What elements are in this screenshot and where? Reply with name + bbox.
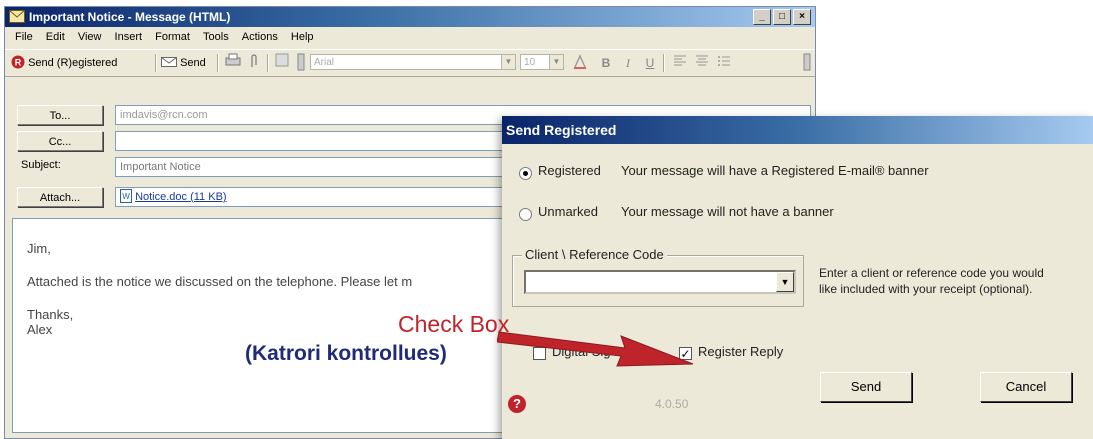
font-name-combo[interactable]: Arial ▼	[310, 54, 516, 70]
toolbar-grip-icon	[803, 53, 811, 73]
body-line: Thanks,	[27, 307, 74, 322]
body-line: Attached is the notice we discussed on t…	[27, 274, 413, 289]
menu-bar: File Edit View Insert Format Tools Actio…	[5, 27, 815, 47]
italic-button[interactable]: I	[619, 54, 637, 72]
annotation-title: Check Box	[398, 311, 510, 337]
send-registered-button[interactable]: R Send (R)egistered	[11, 53, 117, 73]
client-reference-caption: Client \ Reference Code	[522, 247, 667, 262]
align-left-icon[interactable]	[671, 54, 689, 72]
send-icon	[161, 57, 177, 67]
font-name-value: Arial	[314, 57, 335, 68]
attachment-link[interactable]: Notice.doc (11 KB)	[135, 191, 227, 203]
unmarked-radio[interactable]	[519, 208, 532, 221]
chevron-down-icon[interactable]: ▼	[501, 55, 515, 69]
help-icon[interactable]: ?	[508, 395, 526, 413]
annotation-subtitle: (Katrori kontrollues)	[245, 342, 447, 365]
paperclip-icon[interactable]	[249, 53, 259, 73]
maximize-button[interactable]: □	[773, 9, 791, 25]
dialog-cancel-button[interactable]: Cancel	[980, 372, 1072, 402]
version-label: 4.0.50	[655, 397, 689, 411]
attach-button[interactable]: Attach...	[17, 187, 103, 207]
minimize-button[interactable]: _	[753, 9, 771, 25]
svg-text:W: W	[122, 192, 130, 201]
client-help-text-2: like included with your receipt (optiona…	[819, 282, 1033, 296]
registered-description: Your message will have a Registered E-ma…	[621, 163, 929, 178]
dialog-title: Send Registered	[506, 122, 617, 138]
unmarked-description: Your message will not have a banner	[621, 204, 834, 219]
registered-label: Registered	[538, 163, 601, 178]
chevron-down-icon[interactable]: ▼	[776, 272, 794, 292]
body-line: Jim,	[27, 241, 51, 256]
registered-radio[interactable]	[519, 167, 532, 180]
subject-label: Subject:	[21, 159, 61, 171]
document-icon: W	[120, 189, 132, 203]
menu-tools[interactable]: Tools	[203, 27, 229, 47]
font-color-icon[interactable]	[571, 54, 589, 72]
dialog-titlebar: Send Registered	[502, 116, 1093, 144]
send-button[interactable]: Send	[161, 53, 206, 73]
svg-text:R: R	[15, 58, 22, 68]
bullets-icon[interactable]	[715, 54, 733, 72]
menu-format[interactable]: Format	[155, 27, 190, 47]
close-button[interactable]: ×	[793, 9, 811, 25]
to-button[interactable]: To...	[17, 105, 103, 125]
client-reference-combo[interactable]: ▼	[524, 270, 796, 294]
body-line: Alex	[27, 322, 53, 337]
underline-button[interactable]: U	[641, 54, 659, 72]
menu-file[interactable]: File	[15, 27, 33, 47]
menu-edit[interactable]: Edit	[46, 27, 65, 47]
toolbar-grip-icon	[297, 53, 305, 73]
send-registered-label: Send (R)egistered	[28, 57, 118, 69]
message-icon	[9, 10, 25, 23]
dialog-send-button[interactable]: Send	[820, 372, 912, 402]
chevron-down-icon[interactable]: ▼	[549, 55, 563, 69]
window-titlebar: Important Notice - Message (HTML) _ □ ×	[5, 7, 815, 27]
registered-icon: R	[11, 55, 25, 69]
menu-insert[interactable]: Insert	[115, 27, 143, 47]
menu-actions[interactable]: Actions	[242, 27, 278, 47]
toolbar: R Send (R)egistered Send Arial ▼ 10 ▼ B …	[5, 49, 815, 77]
bold-button[interactable]: B	[597, 54, 615, 72]
register-reply-label: Register Reply	[698, 344, 784, 359]
font-size-value: 10	[524, 57, 536, 68]
align-center-icon[interactable]	[693, 54, 711, 72]
cc-button[interactable]: Cc...	[17, 131, 103, 151]
annotation-arrow	[497, 331, 694, 367]
menu-help[interactable]: Help	[291, 27, 314, 47]
client-help-text-1: Enter a client or reference code you wou…	[819, 266, 1044, 280]
address-book-icon[interactable]	[275, 53, 289, 73]
font-size-combo[interactable]: 10 ▼	[520, 54, 564, 70]
send-label: Send	[180, 57, 206, 69]
window-title: Important Notice - Message (HTML)	[29, 10, 231, 24]
print-icon[interactable]	[225, 53, 241, 73]
unmarked-label: Unmarked	[538, 204, 598, 219]
send-registered-dialog: Send Registered Registered Your message …	[502, 116, 1093, 439]
menu-view[interactable]: View	[78, 27, 102, 47]
